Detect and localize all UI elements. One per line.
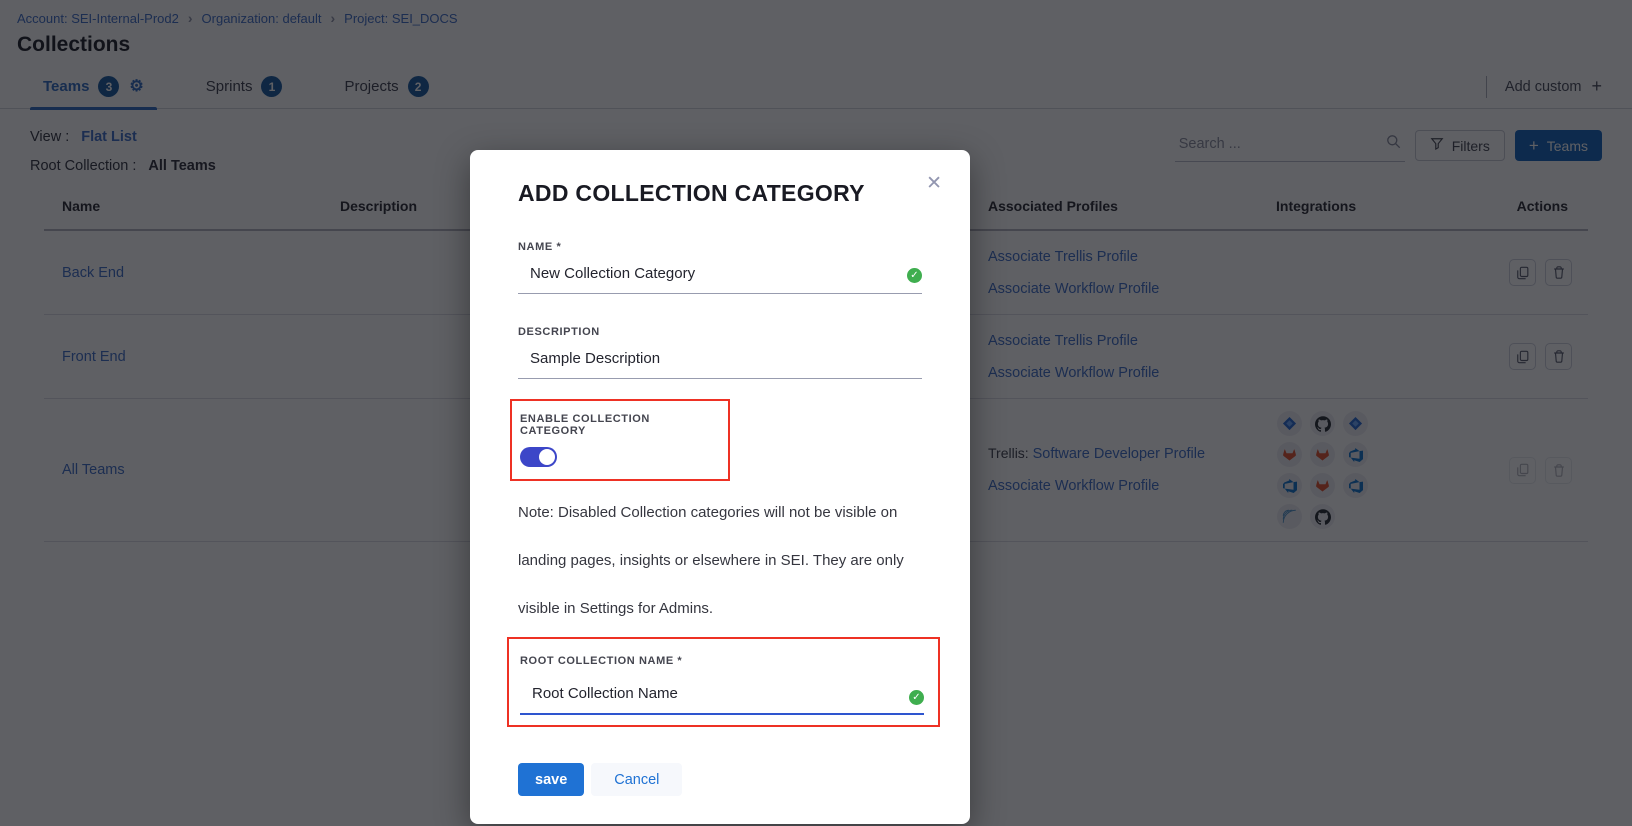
root-collection-input[interactable]: [532, 685, 898, 702]
root-collection-highlight-box: ROOT COLLECTION NAME * ✓: [507, 637, 940, 727]
name-input[interactable]: [530, 265, 896, 282]
close-icon[interactable]: ✕: [926, 174, 942, 193]
description-input[interactable]: [530, 350, 896, 367]
description-field-label: DESCRIPTION: [518, 326, 922, 338]
valid-check-icon: ✓: [907, 268, 922, 283]
enable-category-highlight-box: ENABLE COLLECTION CATEGORY: [510, 399, 730, 481]
description-field-wrap: [518, 342, 922, 379]
valid-check-icon: ✓: [909, 690, 924, 705]
add-collection-category-modal: ✕ ADD COLLECTION CATEGORY NAME * ✓ DESCR…: [470, 150, 970, 824]
name-field-wrap: ✓: [518, 257, 922, 294]
cancel-button[interactable]: Cancel: [591, 763, 682, 796]
name-field-label: NAME *: [518, 241, 922, 253]
toggle-knob: [539, 449, 555, 465]
enable-category-label: ENABLE COLLECTION CATEGORY: [520, 413, 718, 437]
root-collection-name-label: ROOT COLLECTION NAME *: [520, 655, 924, 667]
disabled-category-note: Note: Disabled Collection categories wil…: [518, 489, 922, 633]
enable-category-toggle[interactable]: [520, 447, 557, 467]
modal-actions: save Cancel: [518, 763, 922, 796]
save-button[interactable]: save: [518, 763, 584, 796]
modal-title: ADD COLLECTION CATEGORY: [518, 180, 922, 207]
root-collection-field-wrap: ✓: [520, 677, 924, 715]
